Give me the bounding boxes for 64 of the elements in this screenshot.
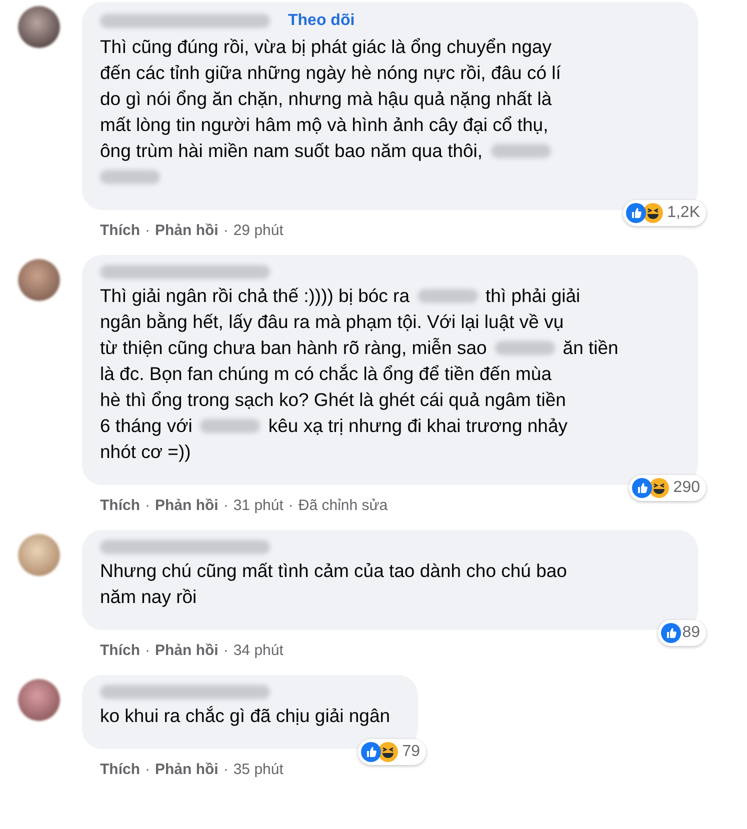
comment-meta: Đã chỉnh sửa bbox=[298, 497, 388, 514]
reaction-summary[interactable]: 290 bbox=[629, 475, 706, 501]
separator-dot: · bbox=[145, 642, 150, 659]
comment-text: ko khui ra chắc gì đã chịu giải ngân bbox=[100, 704, 390, 728]
reaction-summary[interactable]: 89 bbox=[658, 620, 706, 646]
comment-text: thì phải giải bbox=[486, 284, 580, 308]
thumbs-up-icon bbox=[661, 623, 682, 643]
action-link[interactable]: Thích bbox=[100, 497, 140, 514]
comment-text: đến các tỉnh giữa những ngày hè nóng nực rồi, đâu có lí bbox=[100, 61, 561, 85]
comment-text: Nhưng chú cũng mất tình cảm của tao dành cho chú bao bbox=[100, 559, 567, 583]
comment-text: mất lòng tin người hâm mộ và hình ảnh cây đại cổ thụ, bbox=[100, 113, 548, 137]
reaction-count: 89 bbox=[682, 624, 700, 642]
separator-dot: · bbox=[223, 642, 228, 659]
blurred-text bbox=[418, 289, 478, 303]
comment-text: kêu xạ trị nhưng đi khai trương nhảy bbox=[268, 414, 568, 438]
separator-dot: · bbox=[288, 497, 294, 514]
action-link[interactable]: Phản hồi bbox=[155, 497, 218, 514]
separator-dot: · bbox=[223, 497, 228, 514]
blurred-text bbox=[100, 170, 160, 184]
avatar[interactable] bbox=[18, 259, 60, 301]
avatar[interactable] bbox=[18, 6, 60, 48]
comment-text: ngân bằng hết, lấy đâu ra mà phạm tội. Với lại luật về vụ bbox=[100, 310, 564, 334]
blurred-text bbox=[200, 419, 260, 433]
comment-text: năm nay rồi bbox=[100, 585, 197, 609]
comment-text: ăn tiền bbox=[562, 336, 618, 360]
comment-text: do gì nói ổng ăn chặn, nhưng mà hậu quả nặng nhất là bbox=[100, 87, 552, 111]
comment-meta: 31 phút bbox=[233, 497, 284, 514]
laughing-face-icon bbox=[649, 478, 670, 498]
comment-text: hè thì ổng trong sạch ko? Ghét là ghét cái quả ngâm tiền bbox=[100, 388, 566, 412]
separator-dot: · bbox=[145, 497, 150, 514]
blurred-text bbox=[490, 144, 551, 158]
comment-text: từ thiện cũng chưa ban hành rõ ràng, miễn sao bbox=[100, 336, 487, 360]
avatar[interactable] bbox=[18, 679, 60, 721]
comment-meta: 35 phút bbox=[233, 761, 284, 778]
thumbs-up-icon bbox=[361, 742, 382, 762]
reaction-count: 79 bbox=[402, 743, 420, 761]
action-link[interactable]: Thích bbox=[100, 222, 140, 239]
laughing-face-icon bbox=[643, 203, 664, 223]
action-link[interactable]: Phản hồi bbox=[155, 222, 218, 239]
reaction-count: 1,2K bbox=[667, 204, 700, 222]
reaction-summary[interactable]: 1,2K bbox=[623, 200, 706, 226]
separator-dot: · bbox=[223, 222, 228, 239]
comment-text: 6 tháng với bbox=[100, 414, 192, 438]
separator-dot: · bbox=[145, 761, 150, 778]
action-link[interactable]: Phản hồi bbox=[155, 761, 218, 778]
action-link[interactable]: Thích bbox=[100, 642, 140, 659]
separator-dot: · bbox=[145, 222, 150, 239]
comment-text: ông trùm hài miền nam suốt bao năm qua thôi, bbox=[100, 139, 483, 163]
follow-link[interactable]: Theo dõi bbox=[288, 12, 355, 30]
comment-text: Thì giải ngân rồi chả thế :)))) bị bóc ra bbox=[100, 284, 410, 308]
action-link[interactable]: Thích bbox=[100, 761, 140, 778]
laughing-face-icon bbox=[378, 742, 398, 762]
reaction-summary[interactable]: 79 bbox=[358, 739, 426, 765]
thumbs-up-icon bbox=[632, 478, 652, 498]
separator-dot: · bbox=[223, 761, 228, 778]
action-link[interactable]: Phản hồi bbox=[155, 642, 218, 659]
thumbs-up-icon bbox=[626, 203, 646, 223]
comment-text: Thì cũng đúng rồi, vừa bị phát giác là ổng chuyển ngay bbox=[100, 35, 552, 59]
comment-text: nhót cơ =)) bbox=[100, 440, 191, 464]
comment-meta: 29 phút bbox=[233, 222, 284, 239]
comment-meta: 34 phút bbox=[233, 642, 284, 659]
comment-text: là đc. Bọn fan chúng m có chắc là ổng để tiền đến mùa bbox=[100, 362, 552, 386]
blurred-text bbox=[494, 341, 555, 355]
reaction-count: 290 bbox=[673, 479, 700, 497]
